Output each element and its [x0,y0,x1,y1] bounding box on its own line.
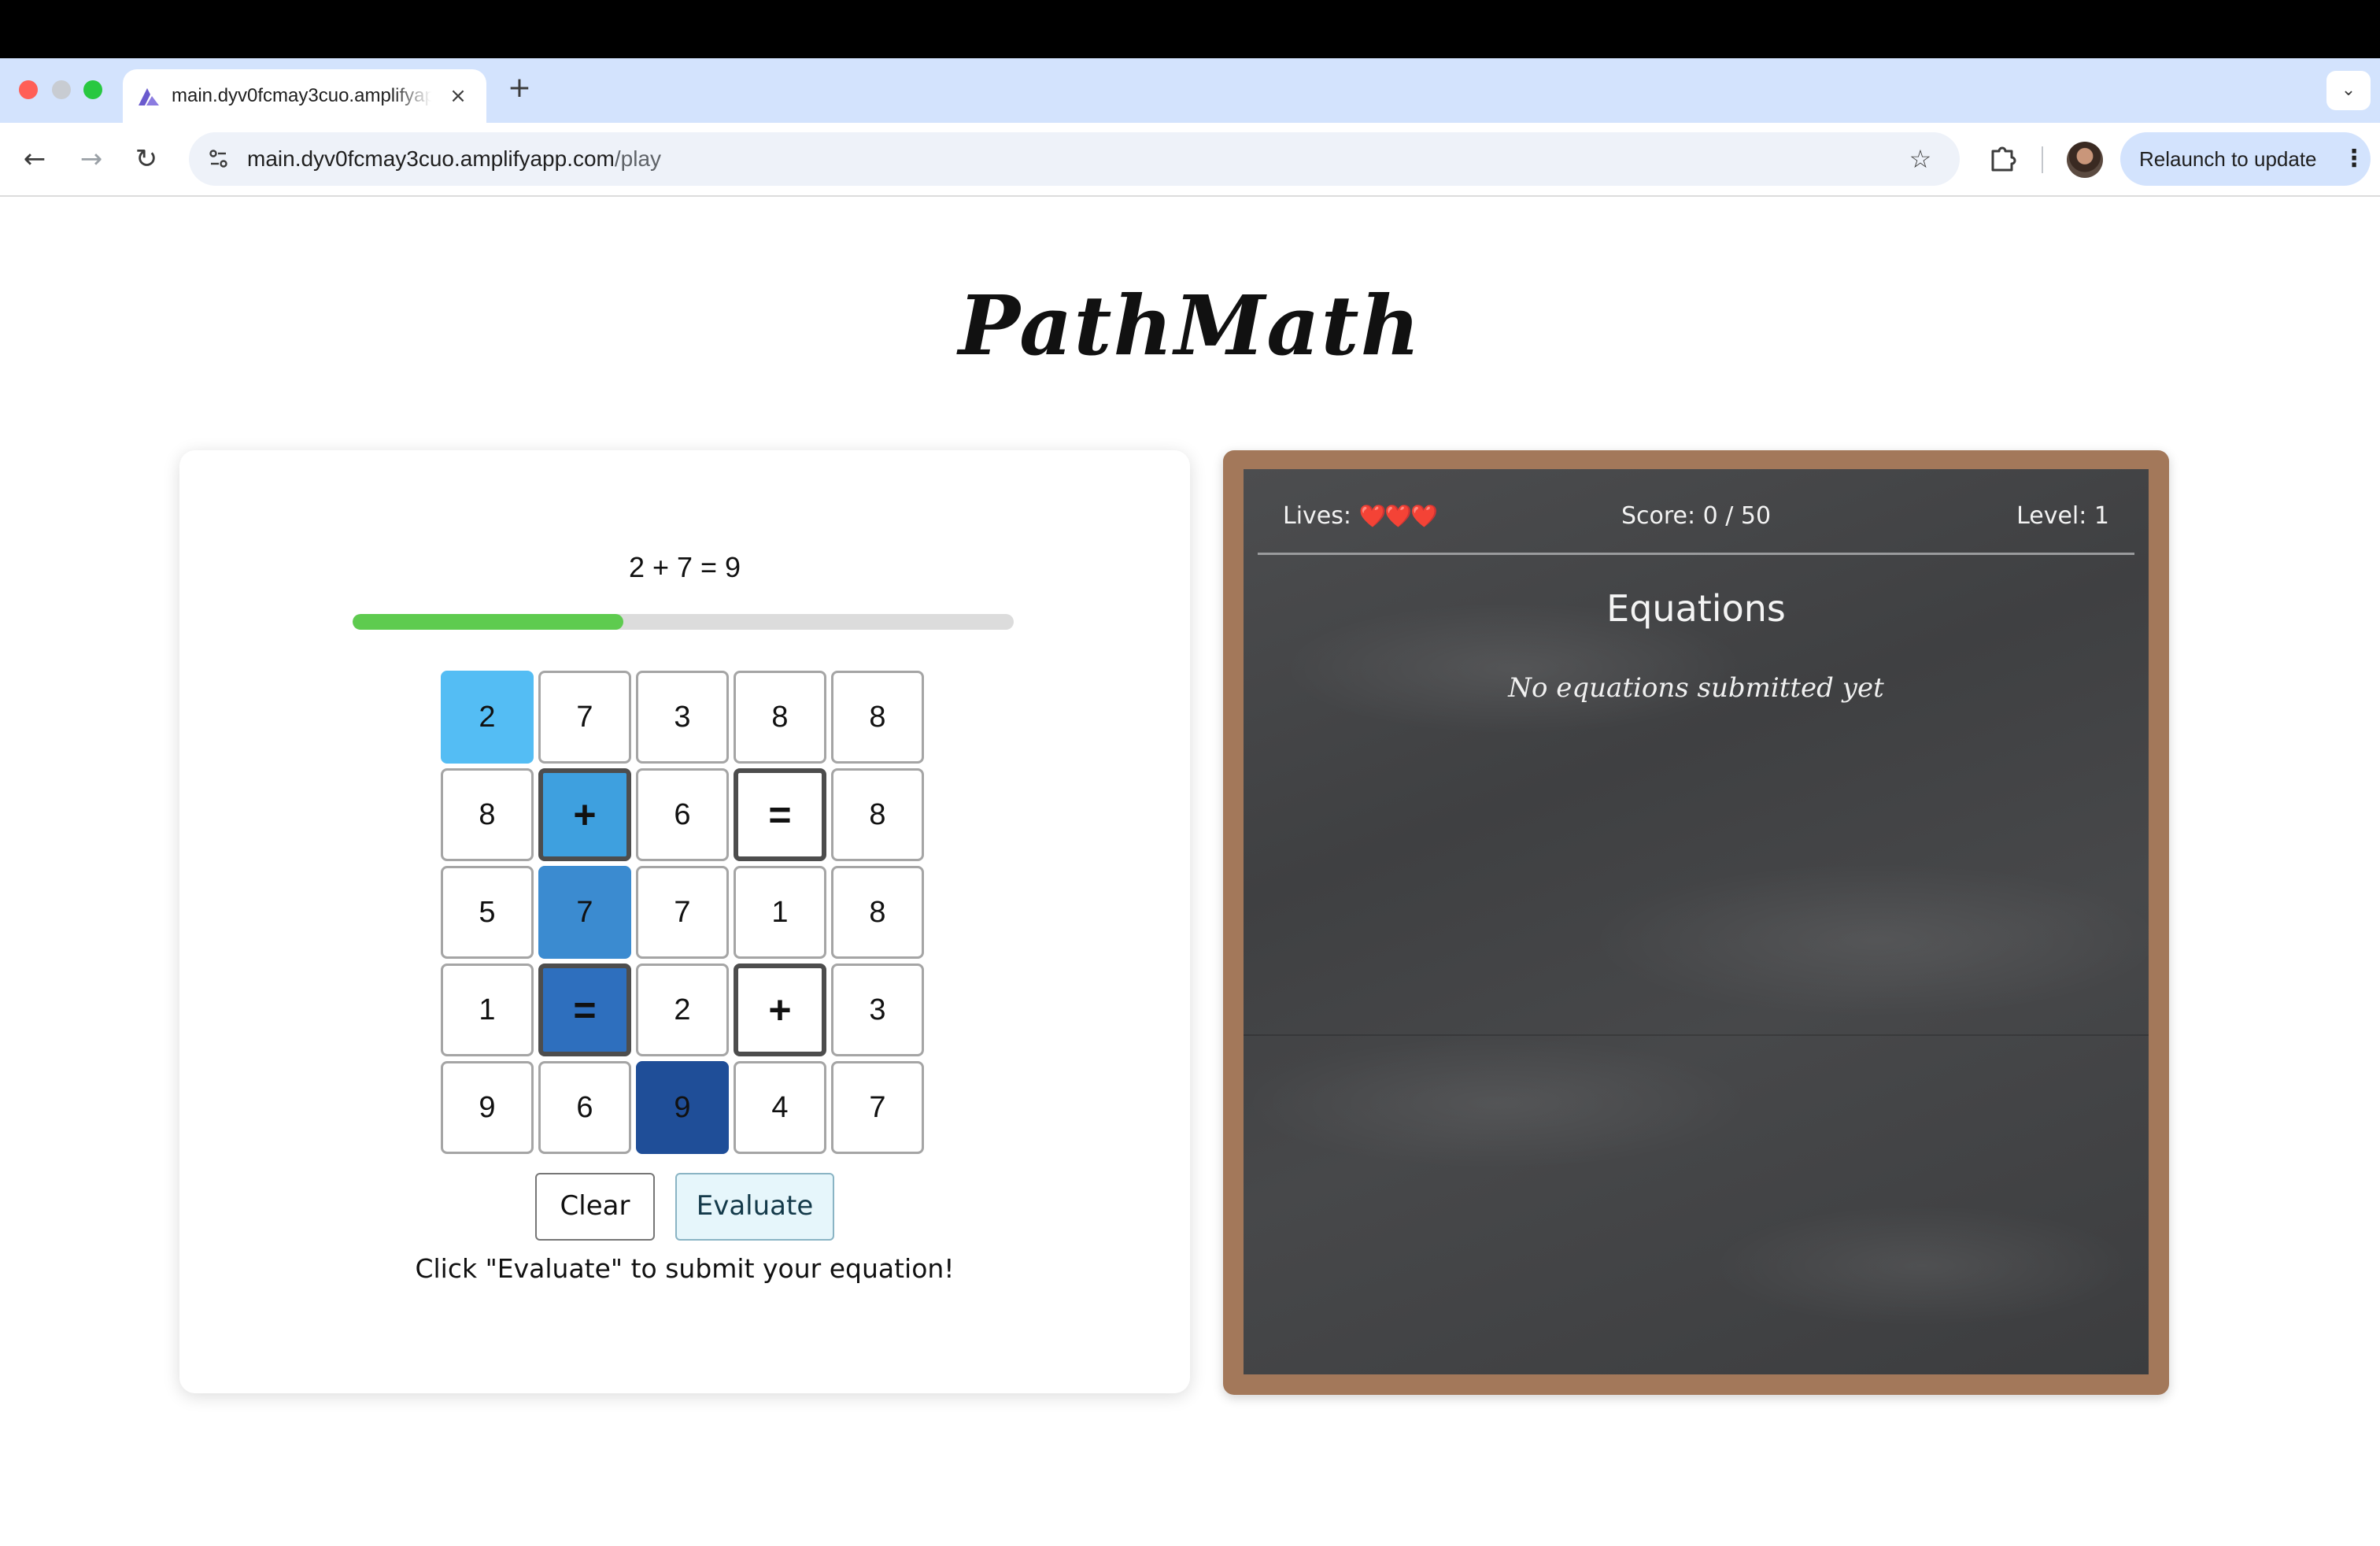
game-panel: 2 + 7 = 9 2 7 3 8 8 8 +6 = 8 5 7 7 1 8 1 = 2 +3 9 6 9 4 7 Clea… [179,450,1190,1393]
bookmark-star-icon[interactable]: ☆ [1901,140,1939,178]
site-settings-icon[interactable] [201,142,236,176]
current-equation: 2 + 7 = 9 [628,551,741,583]
evaluate-button[interactable]: Evaluate [675,1173,834,1241]
grid-cell[interactable]: 1 [734,866,826,959]
new-tab-button[interactable]: + [504,72,535,104]
empty-equations-message: No equations submitted yet [1508,672,1884,704]
chalkboard: Lives: ❤️❤️❤️ Score: 0 / 50 Level: 1 Equ… [1244,469,2149,1374]
relaunch-button[interactable]: Relaunch to update ⋮ [2120,132,2371,186]
grid-cell[interactable]: 4 [734,1061,826,1154]
grid-cell[interactable]: 7 [636,866,729,959]
progress-fill [353,614,624,630]
grid-cell[interactable]: 2 [636,963,729,1056]
level-display: Level: 1 [2016,502,2109,530]
grid-cell[interactable]: 7 [831,1061,924,1154]
progress-bar [353,614,1014,630]
grid-cell[interactable]: 8 [734,671,826,764]
score-display: Score: 0 / 50 [1621,502,1772,530]
chalkboard-frame: Lives: ❤️❤️❤️ Score: 0 / 50 Level: 1 Equ… [1223,450,2169,1395]
grid-cell[interactable]: 5 [441,866,534,959]
grid-cell[interactable]: 8 [831,768,924,861]
grid-cell[interactable]: 6 [636,768,729,861]
chalk-divider [1258,553,2134,555]
browser-toolbar: ← → ↻ main.dyv0fcmay3cuo.amplifyapp.com/… [0,123,2380,197]
toolbar-divider [2042,146,2043,173]
grid-cell-operator[interactable]: = [538,963,631,1056]
url-text[interactable]: main.dyv0fcmay3cuo.amplifyapp.com/play [247,132,661,186]
tab-title: main.dyv0fcmay3cuo.amplifyapp.com/play [172,85,431,106]
menu-bar-area [0,0,2380,58]
grid-cell[interactable]: 9 [636,1061,729,1154]
grid-cell[interactable]: 7 [538,671,631,764]
grid-cell[interactable]: 6 [538,1061,631,1154]
amplify-logo-icon [139,88,159,105]
board-seam [1244,1034,2149,1036]
grid-cell[interactable]: 8 [441,768,534,861]
relaunch-label: Relaunch to update [2139,147,2317,171]
url-host: main.dyv0fcmay3cuo.amplifyapp.com [247,146,615,171]
zoom-window-button[interactable] [83,80,102,99]
more-menu-icon[interactable]: ⋮ [2342,140,2366,178]
reload-icon[interactable]: ↻ [126,139,167,179]
grid-cell[interactable]: 3 [831,963,924,1056]
url-path: /play [614,146,662,171]
instruction-text: Click "Evaluate" to submit your equation… [415,1253,955,1284]
tab-search-button[interactable]: ⌄ [2326,71,2371,110]
close-window-button[interactable] [19,80,38,99]
grid-cell[interactable]: 2 [441,671,534,764]
forward-icon[interactable]: → [71,139,112,179]
browser-tab[interactable]: main.dyv0fcmay3cuo.amplifyapp.com/play × [123,69,486,123]
grid-cell[interactable]: 7 [538,866,631,959]
minimize-window-button[interactable] [52,80,71,99]
grid-cell-operator[interactable]: = [734,768,826,861]
grid-cell-operator[interactable]: + [734,963,826,1056]
grid-cell[interactable]: 8 [831,671,924,764]
equations-heading: Equations [1606,587,1786,630]
page-title: PathMath [958,277,1422,374]
extensions-puzzle-icon[interactable] [1982,139,2023,179]
address-bar[interactable]: main.dyv0fcmay3cuo.amplifyapp.com/play ☆ [189,132,1960,186]
grid-cell[interactable]: 3 [636,671,729,764]
number-grid: 2 7 3 8 8 8 +6 = 8 5 7 7 1 8 1 = 2 +3 9 6 9 4 7 [441,671,929,1159]
close-tab-icon[interactable]: × [442,80,474,112]
profile-avatar[interactable] [2067,142,2103,178]
grid-cell[interactable]: 1 [441,963,534,1056]
grid-cell-operator[interactable]: + [538,768,631,861]
grid-cell[interactable]: 8 [831,866,924,959]
back-icon[interactable]: ← [14,139,55,179]
grid-cell[interactable]: 9 [441,1061,534,1154]
clear-button[interactable]: Clear [535,1173,655,1241]
